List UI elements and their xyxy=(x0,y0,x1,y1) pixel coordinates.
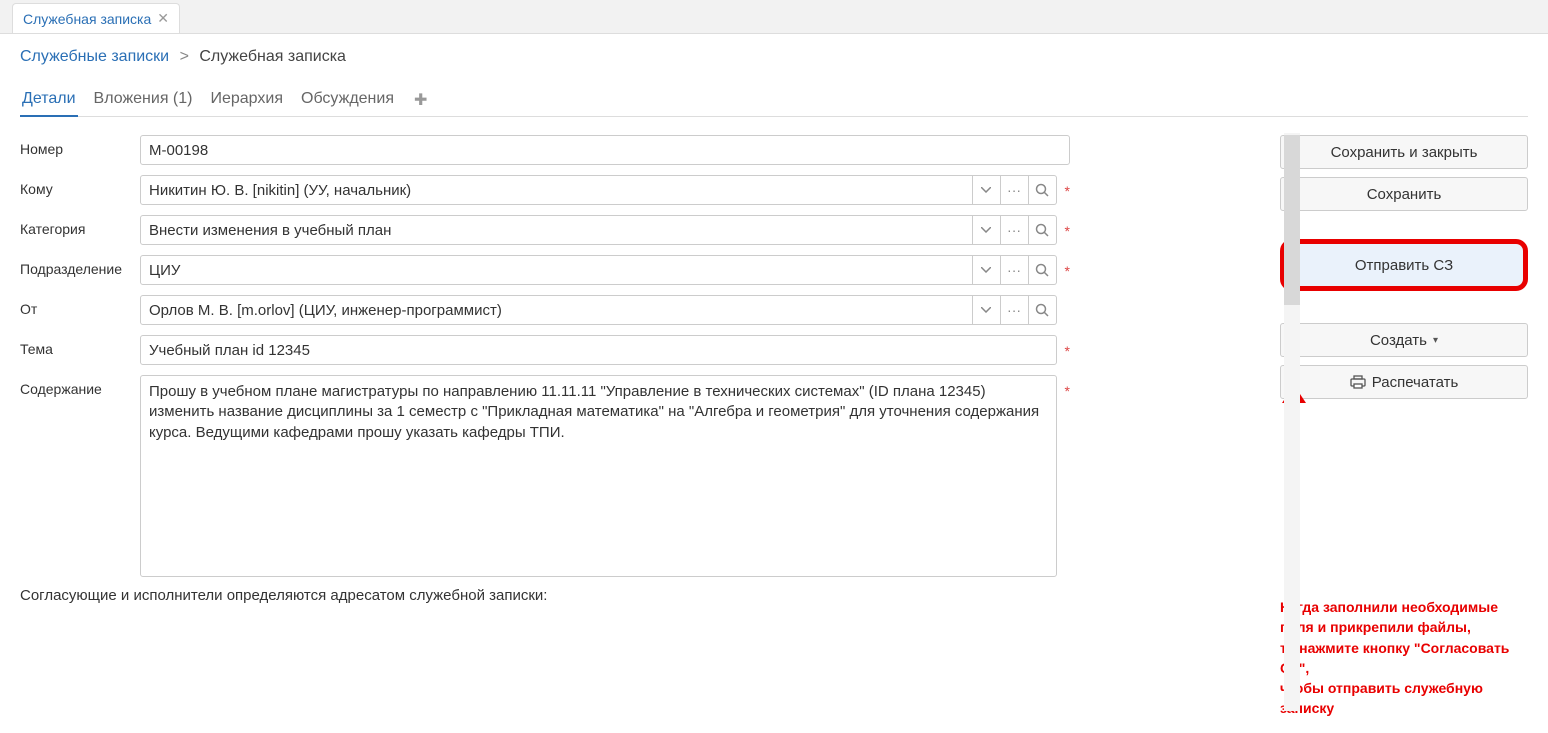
actions-sidebar: Сохранить и закрыть Сохранить Отправить … xyxy=(1280,135,1528,719)
content-field[interactable] xyxy=(140,375,1057,577)
subject-field[interactable] xyxy=(140,335,1057,365)
required-mark: * xyxy=(1065,255,1070,279)
label-content: Содержание xyxy=(20,375,140,397)
ellipsis-icon[interactable]: ··· xyxy=(1001,295,1029,325)
close-icon[interactable]: ✕ xyxy=(157,10,169,27)
breadcrumb: Служебные записки > Служебная записка xyxy=(20,48,1528,66)
chevron-down-icon[interactable] xyxy=(973,175,1001,205)
breadcrumb-current: Служебная записка xyxy=(199,48,346,65)
tab-label: Служебная записка xyxy=(23,11,151,27)
breadcrumb-sep: > xyxy=(180,48,189,65)
from-field[interactable] xyxy=(140,295,973,325)
print-label: Распечатать xyxy=(1372,374,1459,391)
chevron-down-icon[interactable] xyxy=(973,215,1001,245)
to-field[interactable] xyxy=(140,175,973,205)
ellipsis-icon[interactable]: ··· xyxy=(1001,215,1029,245)
ellipsis-icon[interactable]: ··· xyxy=(1001,175,1029,205)
print-icon xyxy=(1350,375,1366,389)
chevron-down-icon[interactable] xyxy=(973,255,1001,285)
tab-details[interactable]: Детали xyxy=(20,84,78,116)
number-field[interactable] xyxy=(140,135,1070,165)
tab-hierarchy[interactable]: Иерархия xyxy=(208,84,285,116)
create-label: Создать xyxy=(1370,332,1427,349)
tab-attachments[interactable]: Вложения (1) xyxy=(92,84,195,116)
search-icon[interactable] xyxy=(1029,215,1057,245)
arrow-up-icon xyxy=(1280,385,1528,595)
help-annotation: Когда заполнили необходимые поля и прикр… xyxy=(1280,597,1528,719)
chevron-down-icon[interactable] xyxy=(973,295,1001,325)
tab-memo[interactable]: Служебная записка ✕ xyxy=(12,3,180,33)
scrollbar-thumb[interactable] xyxy=(1284,135,1300,305)
required-mark: * xyxy=(1065,215,1070,239)
caret-down-icon: ▾ xyxy=(1433,335,1438,346)
save-close-button[interactable]: Сохранить и закрыть xyxy=(1280,135,1528,169)
page-tabs: Детали Вложения (1) Иерархия Обсуждения … xyxy=(20,84,1528,117)
dept-field[interactable] xyxy=(140,255,973,285)
search-icon[interactable] xyxy=(1029,175,1057,205)
save-button[interactable]: Сохранить xyxy=(1280,177,1528,211)
window-tabs: Служебная записка ✕ xyxy=(0,0,1548,34)
submit-button[interactable]: Отправить СЗ xyxy=(1280,239,1528,291)
label-dept: Подразделение xyxy=(20,255,140,277)
required-mark: * xyxy=(1065,175,1070,199)
form: Номер Кому ··· * xyxy=(20,135,1070,604)
label-number: Номер xyxy=(20,135,140,157)
approvers-note: Согласующие и исполнители определяются а… xyxy=(20,587,1070,604)
label-to: Кому xyxy=(20,175,140,197)
label-category: Категория xyxy=(20,215,140,237)
label-subject: Тема xyxy=(20,335,140,357)
add-tab-button[interactable]: ✚ xyxy=(410,90,431,110)
required-mark: * xyxy=(1065,335,1070,359)
category-field[interactable] xyxy=(140,215,973,245)
create-button[interactable]: Создать ▾ xyxy=(1280,323,1528,357)
scrollbar[interactable] xyxy=(1284,133,1300,711)
tab-discussions[interactable]: Обсуждения xyxy=(299,84,396,116)
label-from: От xyxy=(20,295,140,317)
breadcrumb-root[interactable]: Служебные записки xyxy=(20,48,169,65)
ellipsis-icon[interactable]: ··· xyxy=(1001,255,1029,285)
search-icon[interactable] xyxy=(1029,295,1057,325)
required-mark: * xyxy=(1065,375,1070,399)
search-icon[interactable] xyxy=(1029,255,1057,285)
